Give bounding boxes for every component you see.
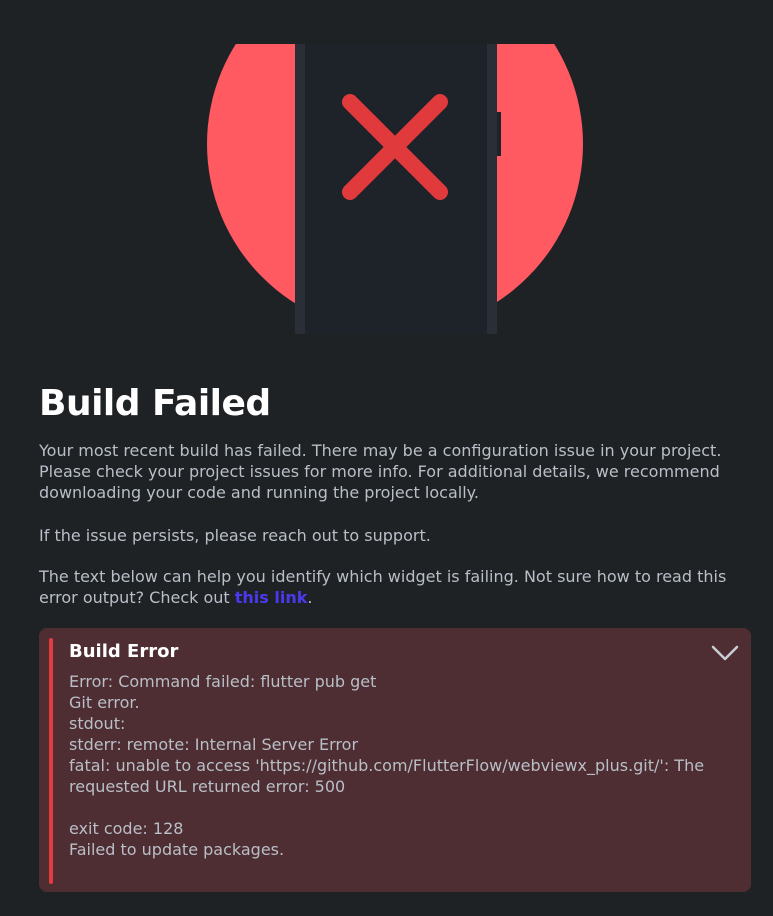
- build-failed-page: Build Failed Your most recent build has …: [0, 0, 773, 916]
- error-accent-bar: [49, 638, 53, 884]
- error-help-text: The text below can help you identify whi…: [39, 566, 739, 608]
- error-output: Error: Command failed: flutter pub get G…: [69, 671, 719, 860]
- error-line: exit code: 128: [69, 819, 184, 838]
- error-line: fatal: unable to access 'https://github.…: [69, 756, 705, 775]
- page-title: Build Failed: [39, 383, 271, 424]
- error-line: Error: Command failed: flutter pub get: [69, 672, 377, 691]
- build-error-title: Build Error: [69, 641, 179, 662]
- error-help-prefix: The text below can help you identify whi…: [39, 567, 727, 607]
- error-line: Git error.: [69, 693, 140, 712]
- error-line: requested URL returned error: 500: [69, 777, 346, 796]
- help-link[interactable]: this link: [235, 588, 308, 607]
- error-line: Failed to update packages.: [69, 840, 285, 859]
- failure-description: Your most recent build has failed. There…: [39, 441, 722, 502]
- chevron-down-icon[interactable]: [711, 642, 739, 664]
- error-line: [69, 797, 719, 818]
- error-line: stdout:: [69, 714, 126, 733]
- build-error-panel: Build Error Error: Command failed: flutt…: [39, 628, 751, 892]
- error-line: stderr: remote: Internal Server Error: [69, 735, 359, 754]
- support-note: If the issue persists, please reach out …: [39, 526, 431, 545]
- error-help-suffix: .: [307, 588, 313, 607]
- phone-error-x-icon: [207, 44, 583, 334]
